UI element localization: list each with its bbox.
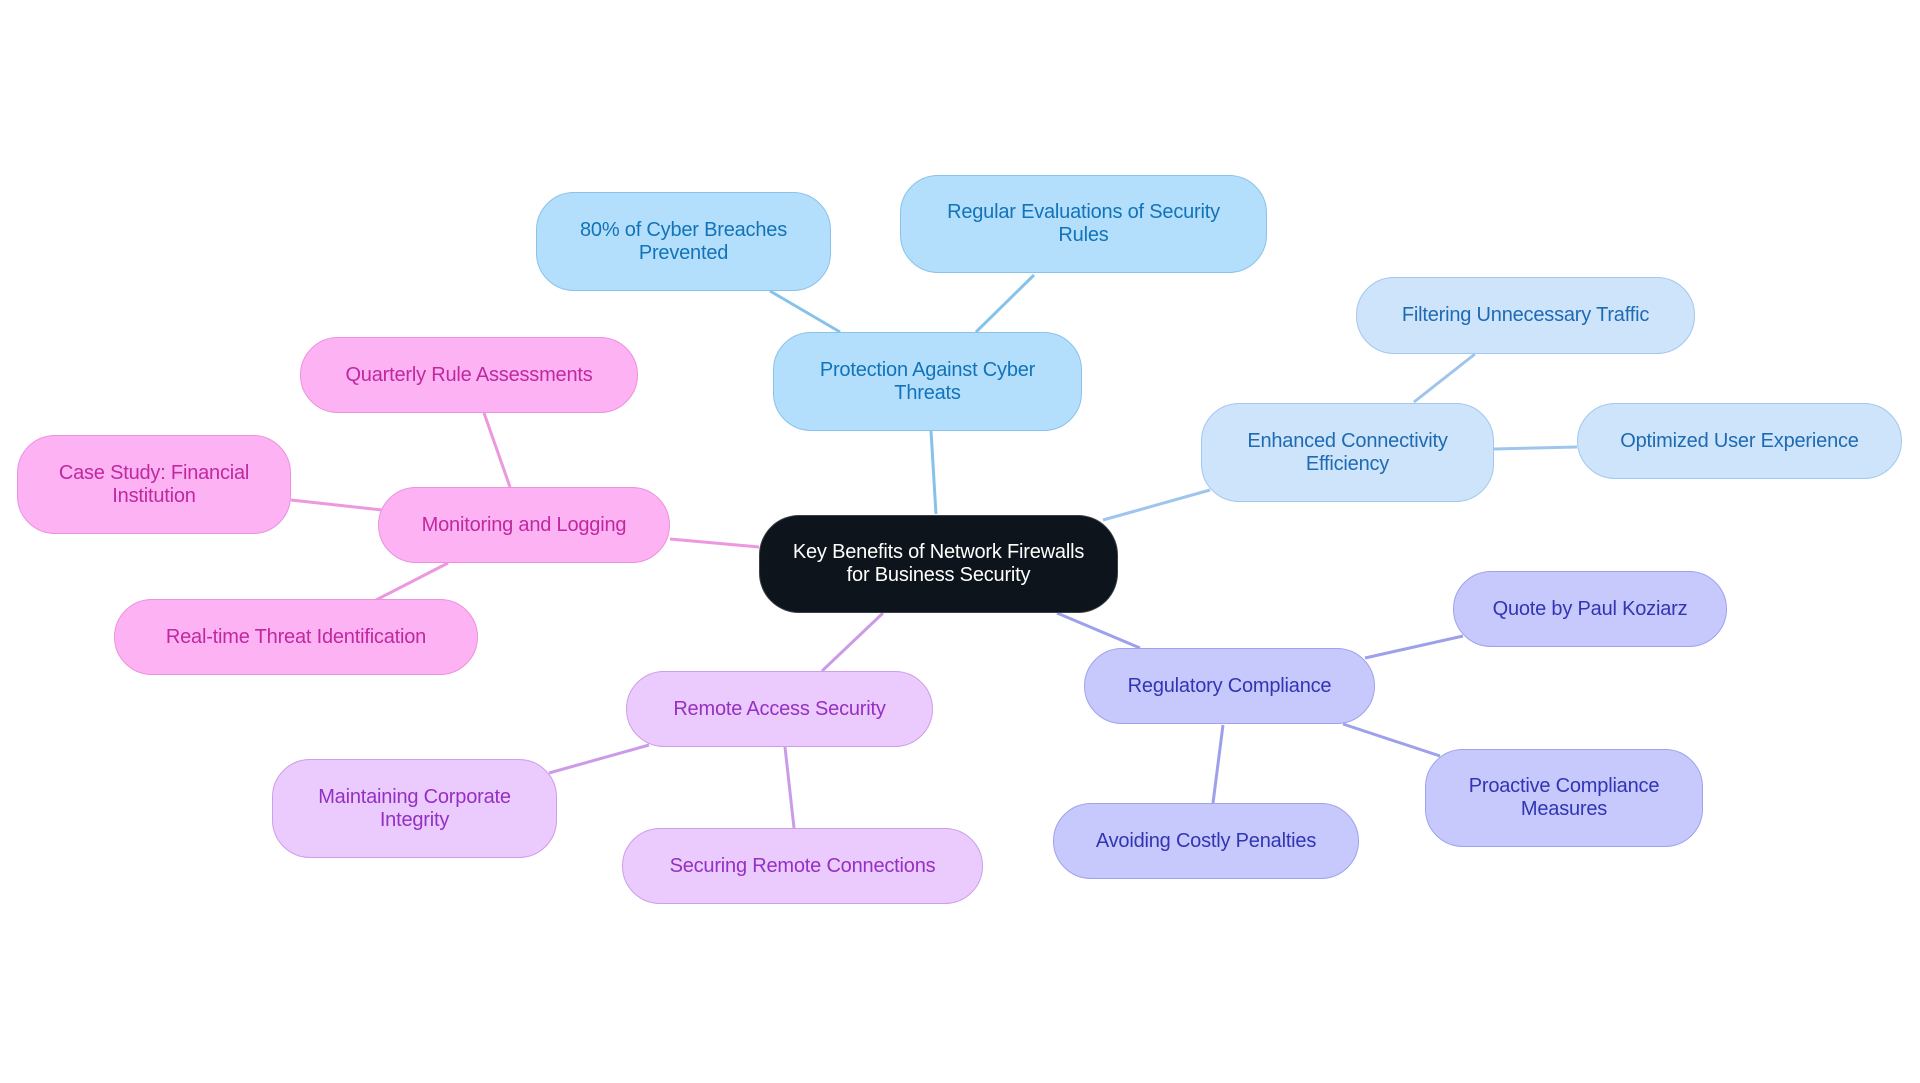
edge-monitoring-m3 [375, 561, 449, 602]
edge-root-remote [820, 611, 885, 673]
node-regular-evaluations-security-rules[interactable]: Regular Evaluations of Security Rules [900, 175, 1267, 273]
edge-connectivity-c1 [1413, 352, 1476, 404]
edge-protection-p1 [769, 289, 841, 334]
node-case-study-financial-institution[interactable]: Case Study: Financial Institution [17, 435, 291, 534]
edge-monitoring-m1 [482, 412, 512, 488]
edge-remote-ra2 [783, 746, 796, 829]
node-enhanced-connectivity-efficiency[interactable]: Enhanced Connectivity Efficiency [1201, 403, 1494, 502]
edge-protection-p2 [974, 273, 1036, 334]
node-proactive-compliance-measures[interactable]: Proactive Compliance Measures [1425, 749, 1703, 847]
node-securing-remote-connections[interactable]: Securing Remote Connections [622, 828, 983, 904]
node-remote-access-security[interactable]: Remote Access Security [626, 671, 933, 747]
node-label: Regular Evaluations of Security Rules [947, 201, 1220, 246]
edge-regulatory-r3 [1211, 724, 1225, 804]
node-label: Optimized User Experience [1620, 429, 1859, 452]
node-label: Enhanced Connectivity Efficiency [1247, 429, 1448, 475]
node-label: Remote Access Security [673, 697, 886, 720]
node-quarterly-rule-assessments[interactable]: Quarterly Rule Assessments [300, 337, 638, 413]
node-regulatory-compliance[interactable]: Regulatory Compliance [1084, 648, 1375, 724]
edge-remote-ra1 [548, 743, 650, 775]
root-node-label: Key Benefits of Network Firewalls for Bu… [792, 541, 1085, 586]
node-maintaining-corporate-integrity[interactable]: Maintaining Corporate Integrity [272, 759, 557, 858]
edge-regulatory-r1 [1364, 634, 1464, 660]
node-quote-by-paul-koziarz[interactable]: Quote by Paul Koziarz [1453, 571, 1727, 647]
node-label: Protection Against Cyber Threats [819, 358, 1036, 404]
edge-root-monitoring [669, 537, 760, 549]
edge-root-protection [929, 430, 938, 515]
node-label: Monitoring and Logging [421, 513, 627, 536]
node-80-percent-breaches-prevented[interactable]: 80% of Cyber Breaches Prevented [536, 192, 831, 291]
node-protection-against-cyber-threats[interactable]: Protection Against Cyber Threats [773, 332, 1082, 431]
node-label: Case Study: Financial Institution [58, 461, 250, 507]
node-label: Real-time Threat Identification [165, 625, 427, 648]
node-optimized-user-experience[interactable]: Optimized User Experience [1577, 403, 1902, 479]
edge-root-connectivity [1102, 488, 1211, 522]
node-filtering-unnecessary-traffic[interactable]: Filtering Unnecessary Traffic [1356, 277, 1695, 354]
node-real-time-threat-identification[interactable]: Real-time Threat Identification [114, 599, 478, 675]
node-label: Quarterly Rule Assessments [345, 363, 593, 386]
node-label: Securing Remote Connections [669, 854, 936, 877]
edge-connectivity-c2 [1493, 445, 1578, 451]
node-label: Filtering Unnecessary Traffic [1401, 304, 1650, 326]
edge-regulatory-r2 [1342, 722, 1441, 758]
root-node[interactable]: Key Benefits of Network Firewalls for Bu… [759, 515, 1118, 613]
node-label: Proactive Compliance Measures [1468, 775, 1660, 820]
node-monitoring-and-logging[interactable]: Monitoring and Logging [378, 487, 670, 563]
edge-monitoring-m2 [290, 498, 383, 512]
node-label: 80% of Cyber Breaches Prevented [579, 218, 788, 264]
node-avoiding-costly-penalties[interactable]: Avoiding Costly Penalties [1053, 803, 1359, 879]
edge-root-regulatory [1056, 611, 1141, 650]
node-label: Avoiding Costly Penalties [1095, 829, 1317, 852]
node-label: Quote by Paul Koziarz [1492, 597, 1688, 620]
node-label: Regulatory Compliance [1127, 674, 1332, 697]
node-label: Maintaining Corporate Integrity [318, 785, 511, 831]
